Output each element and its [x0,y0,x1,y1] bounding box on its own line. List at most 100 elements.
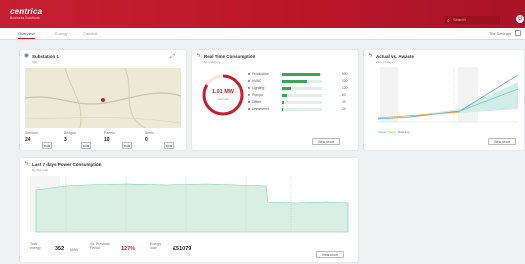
row-bar-fill [282,80,307,83]
foot-energy-label: Total energy [30,242,41,250]
row-value: 30 [342,107,346,111]
realtime-title: Real Time Consumption [204,54,256,59]
row-swatch [248,108,250,110]
foot-cost-value: £51079 [173,246,192,252]
ring-total-label: Total site [217,97,229,101]
bolt-icon: ϟ [368,53,373,59]
bolt-icon: ϟ [196,53,201,59]
bolt-icon: ϟ [24,161,29,167]
row-bar-fill [282,108,284,111]
row-swatch [248,73,250,75]
stat-sensors-label: Sensors [25,131,38,135]
stat-alerts-label: Alerts [145,131,154,135]
row-bar-track [282,87,322,90]
stat-bridges-value: 3 [64,137,67,143]
last7-area [35,183,349,233]
search-icon: ⌕ [447,18,450,24]
brand-sub: Business Solutions [10,16,40,20]
row-bar-track [282,108,322,111]
legend-baseline: Baseline [397,130,410,134]
row-label: Production [252,72,269,76]
consumption-row[interactable]: Lighting 120 [248,86,350,91]
row-swatch [248,80,250,82]
location-icon: ◉ [23,53,30,59]
legend-target: Target [387,130,397,134]
stat-bridges-label: Bridges [64,131,76,135]
site-subtitle: Site [32,60,38,64]
actual-subtitle: Last 30 days [376,60,394,64]
brand-logo[interactable]: centrica [10,7,42,16]
actual-card: ϟ Actual vs. Awaste Last 30 days Actual … [364,50,524,150]
row-bar-track [282,101,322,104]
row-label: Lighting [252,86,265,90]
foot-energy-value: 352 [55,246,65,252]
row-label: Pumps [252,93,263,97]
row-value: 40 [342,100,346,104]
avatar[interactable]: U [516,15,524,23]
tile-settings-button[interactable]: Tile Settings [489,31,511,36]
stat-panels-label: Panels [104,131,115,135]
search-placeholder: Search [453,17,466,22]
actual-legend: Actual Target Baseline [378,130,410,134]
last7-chart [30,176,349,233]
foot-cost-label: Energy cost [150,242,162,250]
consumption-row[interactable]: Office 40 [248,100,350,105]
row-bar-fill [282,73,320,76]
stat-panels-unit[interactable]: total [122,142,132,149]
ring-total-value: 1.01 MW [211,89,234,95]
actual-title: Actual vs. Awaste [376,54,415,59]
foot-energy-unit: MWh [70,248,79,252]
stat-bridges-unit[interactable]: total [81,142,91,149]
site-title: Substation 1 [32,54,60,59]
actual-chart [377,67,519,123]
consumption-row[interactable]: Pumps 60 [248,93,350,98]
actual-shade-2 [458,67,478,122]
row-value: 220 [342,79,348,83]
row-bar-track [282,94,322,97]
row-bar-fill [282,87,291,90]
tab-bar: Overview Energy Comfort Tile Settings [0,28,525,40]
legend-actual: Actual [378,130,387,134]
search-input[interactable]: ⌕ Search [445,16,500,24]
row-bar-fill [282,94,287,97]
tab-overview[interactable]: Overview [18,31,35,39]
row-label: Office [252,100,262,104]
top-bar: centrica Business Solutions ⌕ Search U [0,0,525,28]
consumption-ring: 1.01 MW Total site [200,72,246,118]
stat-sensors-unit[interactable]: total [42,142,52,149]
last7-view-more-button[interactable]: View more [316,251,344,258]
map-roads [25,68,181,128]
actual-shade-1 [380,67,398,122]
row-value: 120 [342,86,348,90]
stat-alerts-unit[interactable]: total [164,142,174,149]
realtime-view-more-button[interactable]: View more [312,138,340,145]
site-map[interactable] [25,68,181,128]
foot-prev-label: Vs. Previous Period [90,242,110,250]
stat-alerts-value: 0 [145,137,148,143]
ring-svg [202,74,244,116]
stat-sensors-value: 24 [25,137,31,143]
consumption-row[interactable]: Production 530 [248,72,350,77]
settings-icon[interactable] [515,30,521,36]
last7-title: Last 7 days Power Consumption [32,162,102,167]
row-value: 60 [342,93,346,97]
tab-comfort[interactable]: Comfort [83,31,97,36]
row-value: 530 [342,72,348,76]
row-bar-track [282,80,322,83]
row-label: Unmetered [252,107,270,111]
consumption-row[interactable]: Unmetered 30 [248,107,350,112]
last7-subtitle: By Site total [32,168,49,172]
actual-view-more-button[interactable]: View more [488,138,516,145]
tab-energy[interactable]: Energy [55,31,68,36]
row-swatch [248,87,250,89]
stat-panels-value: 10 [104,137,110,143]
expand-icon[interactable]: ⤢ [169,54,176,61]
row-swatch [248,101,250,103]
row-label: HVAC [252,79,262,83]
consumption-row[interactable]: HVAC 220 [248,79,350,84]
row-swatch [248,94,250,96]
foot-prev-value: 127% [121,246,136,252]
row-bar-track [282,73,322,76]
row-bar-fill [282,101,285,104]
realtime-subtitle[interactable]: By Category [204,60,221,64]
